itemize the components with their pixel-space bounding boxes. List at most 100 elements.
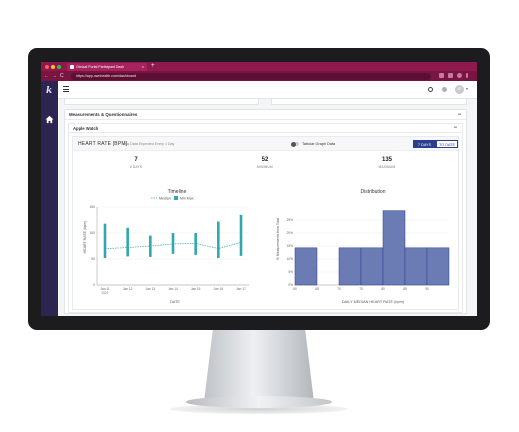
x-tick-label: Jan 13 bbox=[146, 287, 156, 291]
url-input[interactable]: https://app.ownhealth.com/dashboard bbox=[71, 72, 431, 80]
x-tick-label: Jan 15 bbox=[191, 287, 201, 291]
browser-tab-bar: Clinical Portal Participant Dash × + bbox=[41, 62, 477, 71]
tabular-data-toggle[interactable] bbox=[291, 141, 299, 147]
panel-title: Measurements & Questionnaires bbox=[69, 112, 138, 117]
min-max-bar bbox=[126, 227, 129, 257]
tab-title: Clinical Portal Participant Dash bbox=[76, 65, 125, 69]
legend-label: Median bbox=[159, 196, 171, 200]
previous-card-left bbox=[64, 99, 259, 105]
maximize-window-dot[interactable] bbox=[57, 65, 61, 69]
subpanel-title: Apple Watch bbox=[73, 126, 99, 131]
collapse-icon[interactable]: − bbox=[457, 110, 461, 120]
median-point bbox=[172, 242, 174, 245]
histogram-bar bbox=[404, 247, 428, 286]
timeline-chart: Timeline Median Min Max HEART RATE (bpm)… bbox=[83, 189, 249, 304]
heart-rate-card-header: HEART RATE [BPM] New Data Expected Every… bbox=[73, 137, 458, 151]
x-tick-label: 90 bbox=[425, 287, 429, 291]
monitor-base bbox=[186, 396, 332, 408]
x-tick-label: 85 bbox=[403, 287, 407, 291]
x-tick-label: 60 bbox=[293, 287, 297, 291]
histogram-bar bbox=[382, 210, 406, 286]
y-axis-label: HEART RATE (bpm) bbox=[83, 221, 87, 254]
legend-minmax-swatch bbox=[174, 196, 178, 200]
y-axis-label: % Measurements from Total bbox=[276, 218, 280, 260]
median-point bbox=[217, 247, 220, 250]
median-point bbox=[126, 246, 129, 249]
forward-icon[interactable]: → bbox=[52, 72, 57, 80]
y-tick-label: 150 bbox=[89, 205, 95, 209]
x-year-label: 2021 bbox=[101, 291, 108, 295]
min-max-bar bbox=[103, 223, 107, 258]
browser-tab[interactable]: Clinical Portal Participant Dash × bbox=[67, 63, 147, 71]
y-tick-label: 20% bbox=[287, 231, 294, 235]
notification-bell-icon[interactable] bbox=[442, 87, 447, 92]
y-tick-label: 15% bbox=[287, 244, 294, 248]
median-point bbox=[240, 241, 242, 244]
heart-rate-card: HEART RATE [BPM] New Data Expected Every… bbox=[72, 136, 459, 310]
range-to-date-button[interactable]: TO DATE bbox=[436, 140, 458, 148]
metric-title: HEART RATE [BPM] bbox=[78, 141, 128, 147]
avatar[interactable]: AP bbox=[455, 85, 464, 94]
x-tick-label: Jan 16 bbox=[214, 287, 224, 291]
x-tick-label: 80 bbox=[381, 287, 385, 291]
app-logo[interactable]: k bbox=[46, 86, 52, 96]
chart-title: Timeline bbox=[168, 189, 187, 195]
measurements-panel-header[interactable]: Measurements & Questionnaires − bbox=[65, 110, 466, 120]
browser-address-bar: ← → C https://app.ownhealth.com/dashboar… bbox=[41, 71, 477, 81]
legend-label: Min Max bbox=[180, 196, 194, 200]
monitor-stand bbox=[204, 330, 314, 402]
apple-watch-panel: Apple Watch − HEART RATE [BPM] New Data … bbox=[68, 123, 463, 313]
tab-close-icon[interactable]: × bbox=[142, 63, 144, 71]
measurements-panel: Measurements & Questionnaires − Apple Wa… bbox=[64, 109, 467, 314]
y-tick-label: 0% bbox=[288, 283, 293, 287]
toggle-label: Tabular Graph Data bbox=[302, 142, 336, 146]
stat-label: # DAYS bbox=[129, 165, 143, 169]
y-tick-label: 50 bbox=[91, 257, 95, 261]
stage: Clinical Portal Participant Dash × + ← →… bbox=[0, 0, 519, 432]
reload-icon[interactable]: C bbox=[60, 72, 64, 80]
stat-maximum: 135 MAXIMUM bbox=[357, 157, 417, 169]
apple-watch-header[interactable]: Apple Watch − bbox=[69, 124, 462, 133]
x-axis-label: DATE bbox=[170, 300, 180, 304]
chevron-down-icon[interactable]: ▾ bbox=[466, 86, 468, 91]
stat-value: 135 bbox=[381, 157, 392, 163]
browser-menu-icon[interactable] bbox=[466, 73, 468, 78]
settings-gear-icon[interactable] bbox=[428, 87, 433, 92]
new-tab-button[interactable]: + bbox=[151, 62, 155, 71]
favicon-icon bbox=[70, 65, 74, 69]
range-7-days-button[interactable]: 7 DAYS bbox=[413, 140, 436, 148]
bookmark-icon[interactable] bbox=[439, 73, 444, 78]
legend: Median Min Max bbox=[151, 196, 194, 200]
histogram-bar bbox=[338, 247, 362, 286]
stat-days: 7 # DAYS bbox=[106, 157, 166, 169]
histogram-bar bbox=[360, 247, 384, 286]
min-max-bar bbox=[239, 214, 243, 256]
app-top-bar: AP ▾ bbox=[58, 81, 477, 99]
y-tick-label: 5% bbox=[288, 270, 293, 274]
back-icon[interactable]: ← bbox=[44, 72, 49, 80]
previous-card-right bbox=[271, 99, 467, 105]
median-point bbox=[104, 247, 106, 250]
sidebar: k bbox=[41, 81, 58, 316]
metric-subtitle: New Data Expected Every 1 Day bbox=[122, 142, 175, 146]
x-tick-label: Jan 12 bbox=[123, 287, 133, 291]
profile-icon[interactable] bbox=[457, 73, 462, 78]
y-tick-label: 10% bbox=[287, 257, 294, 261]
stat-minimum: 52 MINIMUM bbox=[235, 157, 295, 169]
chart-title: Distribution bbox=[360, 189, 385, 195]
collapse-icon[interactable]: − bbox=[453, 124, 457, 133]
x-tick-label: Jan 17 bbox=[236, 287, 246, 291]
median-point bbox=[149, 245, 152, 247]
stat-value: 7 bbox=[134, 157, 138, 163]
min-max-bar bbox=[217, 221, 220, 258]
histogram-bar bbox=[294, 247, 318, 286]
stat-value: 52 bbox=[261, 157, 269, 163]
x-tick-label: Jan 14 bbox=[168, 287, 178, 291]
y-tick-label: 25% bbox=[287, 218, 294, 222]
home-icon[interactable] bbox=[45, 115, 54, 124]
extensions-icon[interactable] bbox=[448, 73, 453, 78]
stat-label: MINIMUM bbox=[257, 165, 273, 169]
minimize-window-dot[interactable] bbox=[51, 65, 55, 69]
close-window-dot[interactable] bbox=[45, 65, 49, 69]
hamburger-menu-icon[interactable] bbox=[63, 86, 69, 92]
